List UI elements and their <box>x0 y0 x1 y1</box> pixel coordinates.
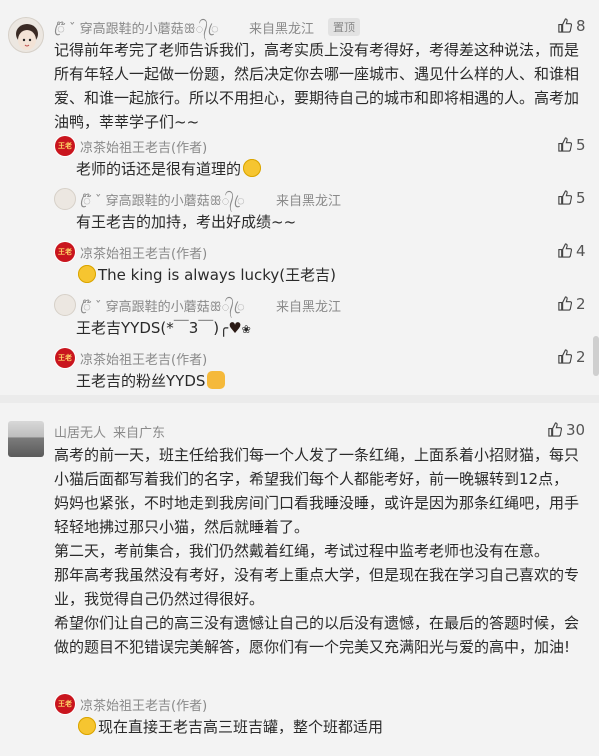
reply-text: The king is always lucky(王老吉) <box>76 263 336 287</box>
author-avatar[interactable]: 王老吉 <box>54 347 76 369</box>
reply-username[interactable]: 凉茶始祖王老吉(作者) <box>80 137 207 156</box>
comment-card: 山居无人 来自广东 30 高考的前一天，班主任给我们每一个人发了一条红绳，上面系… <box>0 403 599 756</box>
flower-icon: ❀ <box>241 323 251 336</box>
comment-paragraph: 希望你们让自己的高三没有遗憾让自己的以后没有遗憾，在最后的答题时候，会做的题目不… <box>54 614 580 656</box>
scrollbar[interactable] <box>593 336 599 376</box>
user-avatar[interactable] <box>8 421 44 457</box>
reply-location: 来自黑龙江 <box>276 194 342 209</box>
thumb-up-icon <box>558 243 572 258</box>
comment-card: ꦿ໊ ˇ 穿高跟鞋的小蘑菇ꕥ᭄ꦿ 来自黑龙江 置顶 8 记得前年考完了老师告诉我… <box>0 0 599 395</box>
reply-text: 王老吉YYDS(*￣3￣)╭♥❀ <box>76 319 251 337</box>
comment-location: 来自广东 <box>113 426 166 441</box>
like-count: 8 <box>576 17 586 35</box>
reply-location: 来自黑龙江 <box>276 300 342 315</box>
reply-text: 有王老吉的加持，考出好成绩~~ <box>76 213 297 231</box>
like-button[interactable]: 2 <box>557 295 586 313</box>
thumb-up-icon <box>558 137 572 152</box>
comment-text: 记得前年考完了老师告诉我们，高考实质上没有考得好，考得差这种说法，而是所有年轻人… <box>54 41 580 131</box>
heart-icon: ♥ <box>228 319 242 337</box>
smile-emoji-icon <box>243 159 262 177</box>
like-count: 2 <box>576 348 586 366</box>
author-avatar[interactable]: 王老吉 <box>54 241 76 263</box>
comment-paragraph: 那年高考我虽然没有考好，没有考上重点大学，但是现在我在学习自己喜欢的专业，我觉得… <box>54 566 580 608</box>
like-button[interactable]: 8 <box>557 17 586 35</box>
thumb-up-icon <box>558 296 572 311</box>
thumb-up-icon <box>548 422 562 437</box>
author-avatar[interactable]: 王老吉 <box>54 693 76 715</box>
like-button[interactable]: 2 <box>557 348 586 366</box>
user-avatar[interactable] <box>54 188 76 210</box>
like-count: 5 <box>576 136 586 154</box>
reply-text: 王老吉的粉丝YYDS <box>76 369 226 393</box>
pinned-badge: 置顶 <box>328 18 360 36</box>
like-count: 2 <box>576 295 586 313</box>
comment-paragraph: 高考的前一天，班主任给我们每一个人发了一条红绳，上面系着小招财猫，每只小猫后面都… <box>54 446 580 536</box>
like-button[interactable]: 4 <box>557 242 586 260</box>
comment-location: 来自黑龙江 <box>249 22 315 37</box>
comment-paragraph: 第二天，考前集合，我们仍然戴着红绳，考试过程中监考老师也没有在意。 <box>54 542 550 560</box>
comment-separator <box>0 395 599 403</box>
thumb-up-icon <box>558 190 572 205</box>
like-count: 5 <box>576 189 586 207</box>
reply-username[interactable]: 凉茶始祖王老吉(作者) <box>80 243 207 262</box>
grin-emoji-icon <box>78 717 96 735</box>
like-count: 30 <box>566 421 586 439</box>
reply-text: 现在直接王老吉高三班吉罐，整个班都适用 <box>76 715 383 739</box>
like-button[interactable]: 5 <box>557 136 586 154</box>
like-count: 4 <box>576 242 586 260</box>
like-button[interactable]: 5 <box>557 189 586 207</box>
user-avatar[interactable] <box>8 17 44 53</box>
comment-username[interactable]: 山居无人 <box>54 422 106 441</box>
hand-emoji-icon <box>207 371 226 389</box>
reply-text: 老师的话还是很有道理的 <box>76 157 262 181</box>
user-avatar[interactable] <box>54 294 76 316</box>
grin-emoji-icon <box>78 265 96 283</box>
comment-text: 高考的前一天，班主任给我们每一个人发了一条红绳，上面系着小招财猫，每只小猫后面都… <box>54 443 582 659</box>
thumb-up-icon <box>558 349 572 364</box>
like-button[interactable]: 30 <box>547 421 585 439</box>
author-avatar[interactable]: 王老吉 <box>54 135 76 157</box>
thumb-up-icon <box>558 18 572 33</box>
reply-username[interactable]: 凉茶始祖王老吉(作者) <box>80 349 207 368</box>
reply-username[interactable]: 凉茶始祖王老吉(作者) <box>80 695 207 714</box>
